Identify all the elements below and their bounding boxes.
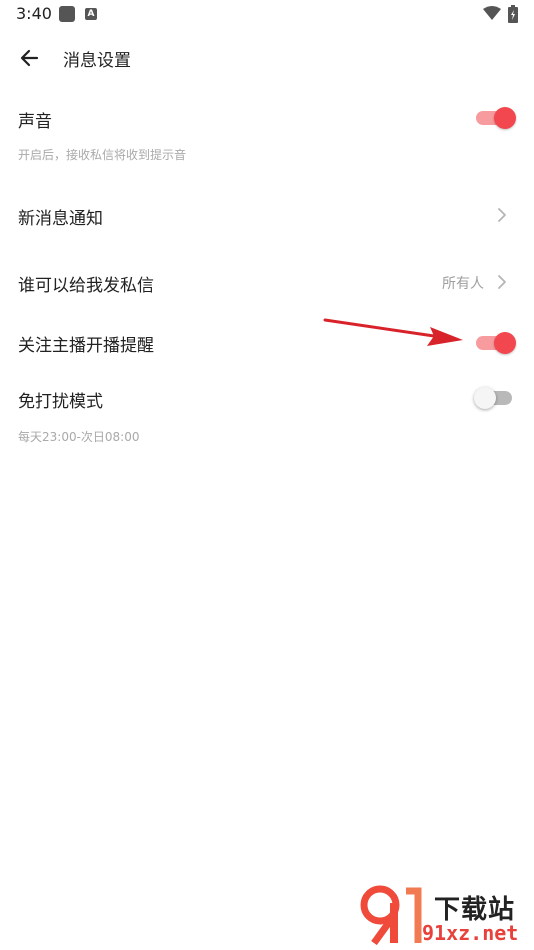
back-arrow-icon <box>20 49 39 67</box>
toggle-thumb <box>494 332 516 354</box>
do-not-disturb-toggle[interactable] <box>474 386 516 410</box>
wifi-icon <box>483 6 501 20</box>
toggle-thumb <box>494 107 516 129</box>
setting-sound-description: 开启后，接收私信将收到提示音 <box>18 148 187 162</box>
page-title: 消息设置 <box>63 51 131 71</box>
notification-square-icon <box>59 6 75 22</box>
setting-sound-label: 声音 <box>18 112 52 132</box>
setting-do-not-disturb-description: 每天23:00-次日08:00 <box>18 430 140 444</box>
setting-follow-live-reminder-label: 关注主播开播提醒 <box>18 336 154 356</box>
setting-new-message-notification-label: 新消息通知 <box>18 209 103 229</box>
setting-do-not-disturb-label: 免打扰模式 <box>18 392 103 412</box>
battery-icon <box>508 5 518 23</box>
back-button[interactable] <box>16 46 44 70</box>
setting-sound: 声音 开启后，接收私信将收到提示音 <box>0 100 534 170</box>
chevron-right-icon <box>498 208 506 222</box>
annotation-arrow <box>323 318 463 346</box>
watermark: 91 下载站 91xz.net <box>360 885 530 945</box>
setting-who-can-message[interactable]: 谁可以给我发私信 所有人 <box>0 257 534 307</box>
chevron-right-icon <box>498 275 506 289</box>
setting-who-can-message-value: 所有人 <box>442 276 484 292</box>
sound-toggle[interactable] <box>474 106 516 130</box>
follow-live-reminder-toggle[interactable] <box>474 331 516 355</box>
status-bar: 3:40 A <box>0 0 534 28</box>
setting-who-can-message-label: 谁可以给我发私信 <box>18 276 154 296</box>
watermark-domain: 91xz.net <box>422 921 519 945</box>
app-header: 消息设置 <box>0 38 534 78</box>
setting-new-message-notification[interactable]: 新消息通知 <box>0 190 534 240</box>
notification-a-icon: A <box>85 8 97 20</box>
status-time: 3:40 <box>16 4 52 23</box>
setting-do-not-disturb: 免打扰模式 每天23:00-次日08:00 <box>0 380 534 450</box>
watermark-logo-icon: 91 <box>360 885 422 945</box>
toggle-thumb <box>474 387 496 409</box>
